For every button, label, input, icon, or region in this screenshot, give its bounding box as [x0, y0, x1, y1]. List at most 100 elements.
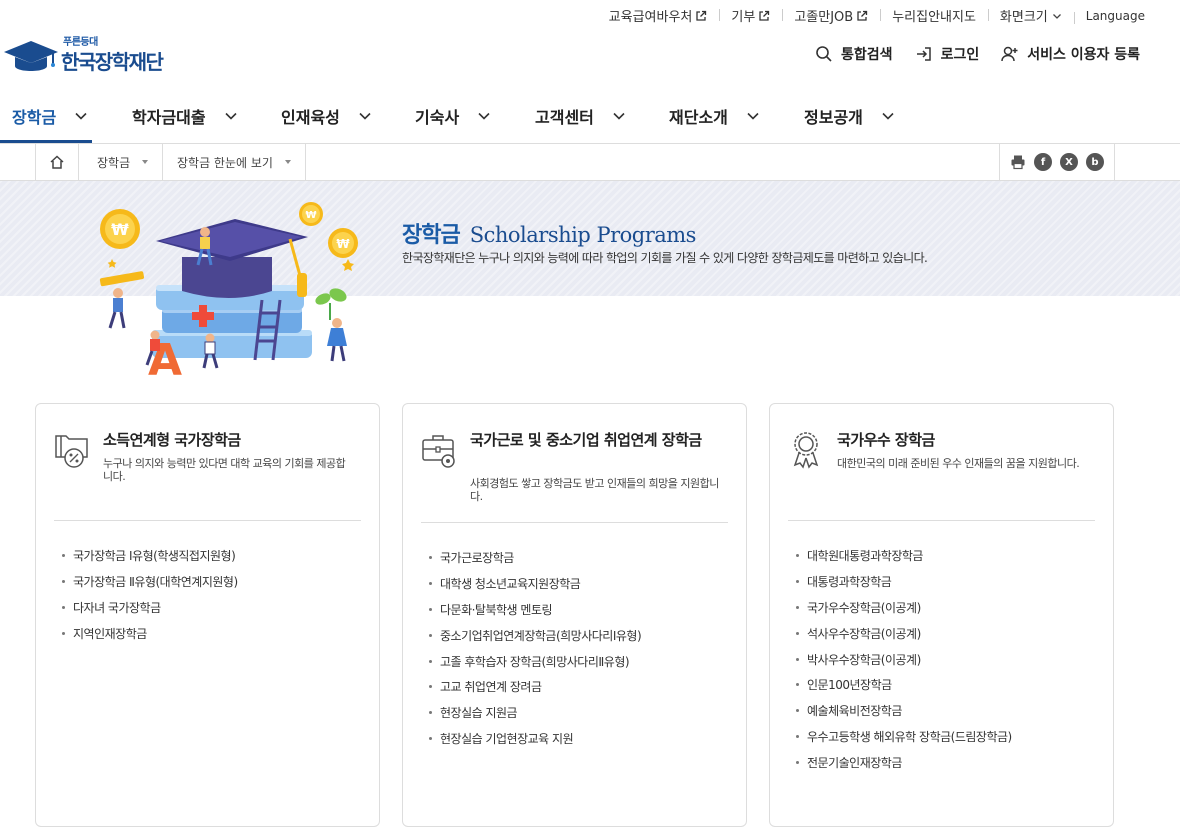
card-link-item[interactable]: 전문기술인재장학금: [796, 749, 1012, 775]
scholarship-illustration: ₩ ₩ ₩ A: [99, 202, 358, 380]
utility-links: 교육급여바우처 기부 고졸만JOB 누리집안내지도 화면크기 Language: [597, 6, 1145, 26]
card-link-item[interactable]: 현장실습 기업현장교육 지원: [429, 726, 641, 752]
page-title: 장학금 Scholarship Programs: [402, 217, 696, 249]
card-link-item[interactable]: 고졸 후학습자 장학금(희망사다리Ⅱ유형): [429, 648, 641, 674]
register-button[interactable]: 서비스 이용자 등록: [1001, 44, 1140, 64]
language-link[interactable]: Language: [1073, 8, 1145, 24]
external-link-icon: [696, 10, 707, 21]
breadcrumb-label: 장학금: [97, 155, 131, 170]
card-divider: [788, 520, 1095, 521]
nav-label: 고객센터: [535, 108, 594, 127]
nav-student-loan[interactable]: 학자금대출: [132, 88, 238, 144]
chevron-down-icon: [359, 112, 371, 120]
card-link-item[interactable]: 고교 취업연계 장려금: [429, 674, 641, 700]
breadcrumb-scholarship[interactable]: 장학금: [79, 144, 164, 180]
nav-label: 기숙사: [415, 108, 460, 127]
member-menu: 통합검색 로그인 서비스 이용자 등록: [793, 44, 1140, 64]
share-tools: f X b: [999, 144, 1115, 180]
nav-label: 학자금대출: [132, 108, 206, 127]
folder-percent-icon: [55, 435, 88, 468]
card-link-item[interactable]: 다문화·탈북학생 멘토링: [429, 597, 641, 623]
search-icon: [816, 46, 832, 62]
facebook-icon[interactable]: f: [1034, 153, 1052, 171]
integrated-search-button[interactable]: 통합검색: [815, 44, 893, 64]
card-link-item[interactable]: 대학원대통령과학장학금: [796, 543, 1012, 569]
card-link-item[interactable]: 중소기업취업연계장학금(희망사다리Ⅰ유형): [429, 622, 642, 648]
breadcrumb: 장학금 장학금 한눈에 보기 f X b: [0, 144, 1180, 181]
card-description: 사회경험도 쌓고 장학금도 받고 인재들의 희망을 지원합니다.: [470, 477, 719, 503]
svg-text:₩: ₩: [111, 220, 129, 239]
link-label: 고졸만JOB: [794, 10, 854, 25]
card-link-item[interactable]: 현장실습 지원금: [429, 700, 641, 726]
site-logo[interactable]: 푸른등대 한국장학재단: [3, 36, 164, 75]
chevron-down-icon: [882, 112, 894, 120]
card-link-item[interactable]: 대학생 청소년교육지원장학금: [429, 571, 641, 597]
nav-disclosure[interactable]: 정보공개: [804, 88, 895, 144]
nav-dormitory[interactable]: 기숙사: [415, 88, 491, 144]
nav-label: 장학금: [12, 108, 57, 127]
card-link-item[interactable]: 박사우수장학금(이공계): [796, 646, 1012, 672]
nav-scholarship[interactable]: 장학금: [12, 88, 88, 144]
svg-text:₩: ₩: [336, 237, 350, 251]
card-link-item[interactable]: 국가근로장학금: [429, 545, 641, 571]
link-donation[interactable]: 기부: [719, 6, 782, 25]
chevron-down-icon: [747, 112, 759, 120]
card-title: 국가근로 및 중소기업 취업연계 장학금: [470, 431, 702, 449]
nav-label: 재단소개: [669, 108, 728, 127]
login-button[interactable]: 로그인: [915, 44, 980, 64]
link-education-voucher[interactable]: 교육급여바우처: [597, 6, 720, 25]
active-nav-indicator: [0, 140, 92, 143]
chevron-down-icon: [1052, 13, 1061, 19]
graduation-cap-logo-icon: [4, 40, 58, 71]
card-link-list: 국가근로장학금 대학생 청소년교육지원장학금 다문화·탈북학생 멘토링 중소기업…: [429, 545, 642, 752]
nav-customer-center[interactable]: 고객센터: [535, 88, 626, 144]
utility-bar: 교육급여바우처 기부 고졸만JOB 누리집안내지도 화면크기 Language: [0, 0, 1180, 30]
card-link-item[interactable]: 지역인재장학금: [62, 620, 238, 646]
x-twitter-icon[interactable]: X: [1060, 153, 1078, 171]
card-divider: [421, 522, 728, 523]
nav-talent[interactable]: 인재육성: [281, 88, 372, 144]
card-link-list: 국가장학금 Ⅰ유형(학생직접지원형) 국가장학금 Ⅱ유형(대학연계지원형) 다자…: [62, 543, 238, 646]
card-link-item[interactable]: 대통령과학장학금: [796, 569, 1012, 595]
login-icon: [916, 47, 931, 61]
screen-size-dropdown[interactable]: 화면크기: [987, 6, 1074, 25]
card-link-item[interactable]: 국가우수장학금(이공계): [796, 595, 1012, 621]
nav-about[interactable]: 재단소개: [669, 88, 760, 144]
main-navigation: 장학금 학자금대출 인재육성 기숙사 고객센터 재단소개 정보공개: [0, 88, 1180, 144]
page-title-en: Scholarship Programs: [469, 223, 697, 247]
link-label: 화면크기: [999, 10, 1048, 25]
home-icon: [50, 155, 64, 169]
caret-down-icon: [142, 160, 149, 164]
card-link-item[interactable]: 우수고등학생 해외유학 장학금(드림장학금): [796, 724, 1012, 750]
link-sitemap[interactable]: 누리집안내지도: [880, 6, 988, 25]
breadcrumb-label: 장학금 한눈에 보기: [177, 155, 273, 170]
award-icon: [793, 432, 819, 469]
card-link-list: 대학원대통령과학장학금 대통령과학장학금 국가우수장학금(이공계) 석사우수장학…: [796, 543, 1012, 775]
chevron-down-icon: [613, 112, 625, 120]
link-gojol-job[interactable]: 고졸만JOB: [782, 6, 880, 25]
card-description: 대한민국의 미래 준비된 우수 인재들의 꿈을 지원합니다.: [837, 457, 1080, 470]
card-link-item[interactable]: 예술체육비전장학금: [796, 698, 1012, 724]
card-title: 국가우수 장학금: [837, 431, 935, 449]
register-label: 서비스 이용자 등록: [1027, 47, 1140, 63]
user-add-icon: [1001, 46, 1018, 62]
nav-label: 인재육성: [281, 108, 340, 127]
home-button[interactable]: [35, 144, 79, 180]
card-link-item[interactable]: 국가장학금 Ⅱ유형(대학연계지원형): [62, 569, 238, 595]
blog-icon[interactable]: b: [1086, 153, 1104, 171]
card-link-item[interactable]: 인문100년장학금: [796, 672, 1012, 698]
card-link-item[interactable]: 다자녀 국가장학금: [62, 595, 238, 621]
page-description: 한국장학재단은 누구나 의지와 능력에 따라 학업의 기회를 가질 수 있게 다…: [402, 251, 928, 265]
briefcase-icon: [422, 435, 455, 468]
login-label: 로그인: [940, 47, 980, 63]
chevron-down-icon: [225, 112, 237, 120]
card-link-item[interactable]: 석사우수장학금(이공계): [796, 620, 1012, 646]
chevron-down-icon: [478, 112, 490, 120]
card-link-item[interactable]: 국가장학금 Ⅰ유형(학생직접지원형): [62, 543, 238, 569]
print-icon[interactable]: [1010, 154, 1026, 170]
breadcrumb-overview[interactable]: 장학금 한눈에 보기: [159, 144, 306, 180]
link-label: Language: [1085, 8, 1145, 23]
external-link-icon: [857, 10, 868, 21]
card-work-study-scholarship: 국가근로 및 중소기업 취업연계 장학금 사회경험도 쌓고 장학금도 받고 인재…: [402, 403, 747, 827]
search-label: 통합검색: [841, 47, 893, 63]
